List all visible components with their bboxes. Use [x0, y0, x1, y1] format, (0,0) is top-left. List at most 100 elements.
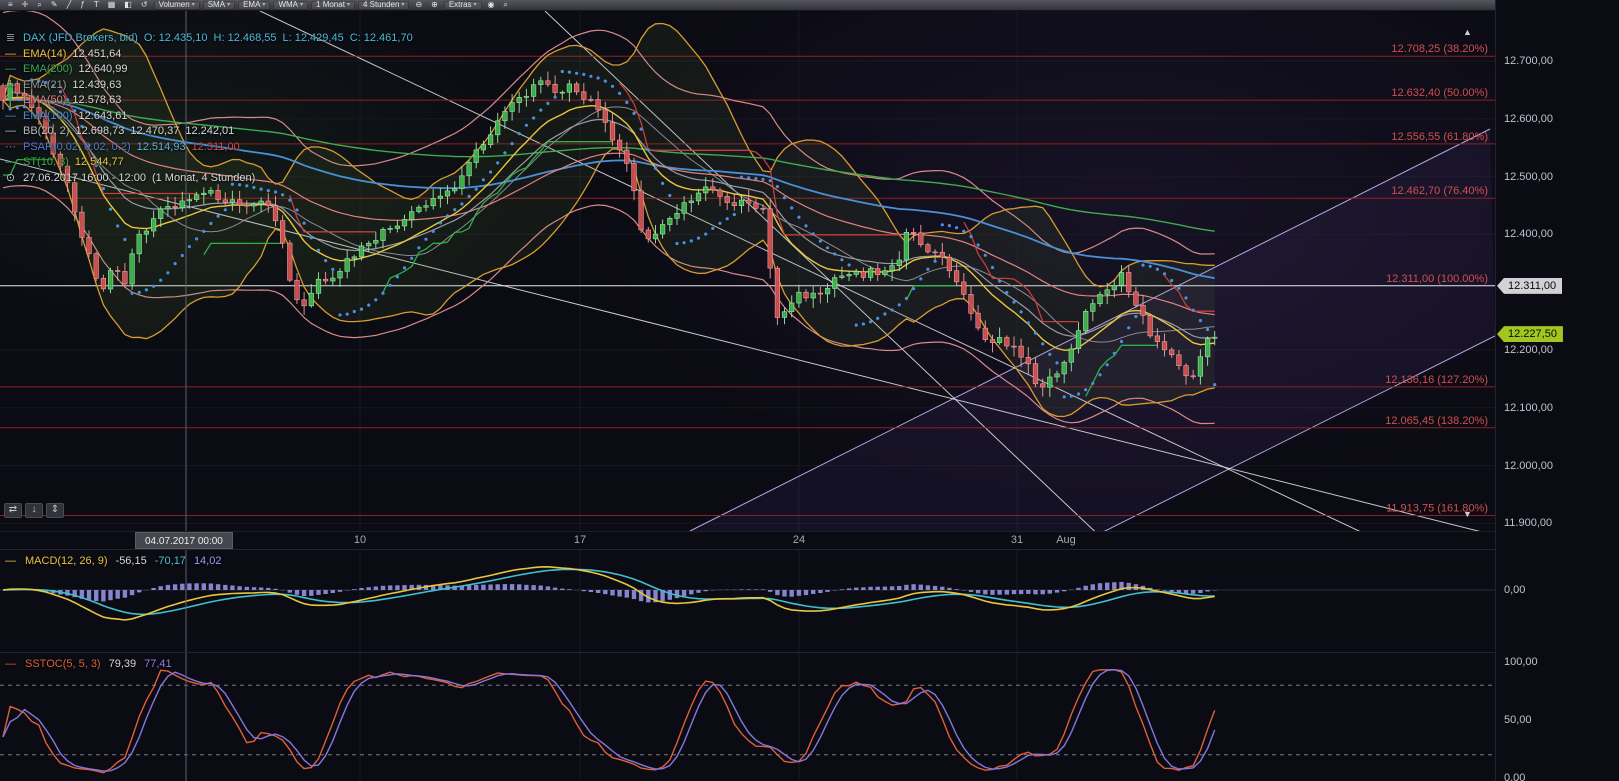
sstoc-marker-icon: —	[4, 658, 17, 670]
chevron-down-icon: ▾	[300, 1, 303, 9]
price-chart-panel[interactable]: 12.708,25 (38.20%)12.632,40 (50.00%)12.5…	[0, 11, 1495, 531]
user-icon[interactable]: ◉	[485, 1, 498, 10]
crosshair-price-badge: 12.311,00	[1497, 278, 1562, 294]
cursor-icon[interactable]: ✛	[19, 1, 32, 10]
trendline-icon[interactable]: ╱	[64, 1, 75, 10]
legend-text: EMA(100)	[23, 110, 73, 122]
scroll-horizontal-button[interactable]: ⇄	[4, 503, 22, 518]
legend-text: L: 12.429,45	[283, 32, 344, 44]
macd-value: -56,15	[116, 555, 147, 567]
legend-text: 12.439,63	[72, 79, 121, 91]
ema-14-marker-icon: —	[4, 47, 17, 63]
legend-text: EMA(21)	[23, 79, 66, 91]
legend-text: BB(20, 2)	[23, 125, 69, 137]
legend-text: 12.514,93	[137, 141, 186, 153]
macd-legend[interactable]: —MACD(12, 26, 9)-56,15-70,1714,02	[4, 555, 229, 567]
pane-marker-top-icon[interactable]: ▲	[1463, 28, 1472, 37]
legend-text: EMA(200)	[23, 63, 73, 75]
interval-dropdown[interactable]: 4 Stunden▾	[358, 1, 410, 10]
legend-text: 12.578,63	[72, 94, 121, 106]
legend-ema-100[interactable]: —EMA(100)12.643,61	[4, 109, 419, 125]
legend-text: H: 12.468,55	[214, 32, 277, 44]
legend-text: 12.451,64	[72, 48, 121, 60]
legend-text: DAX (JFD Brokers, bid)	[23, 32, 138, 44]
chevron-down-icon: ▾	[227, 1, 230, 9]
wma-dropdown[interactable]: WMA▾	[273, 1, 308, 10]
stoc-axis-tick: 50,00	[1504, 714, 1532, 726]
legend-ema-21[interactable]: —EMA(21)12.439,63	[4, 78, 419, 94]
zoom-out-icon[interactable]: ⊖	[412, 1, 425, 10]
chevron-down-icon: ▾	[401, 1, 404, 9]
chevron-down-icon: ▾	[262, 1, 265, 9]
psar-marker-icon: ⋯	[4, 140, 17, 156]
period-dropdown[interactable]: 1 Monat▾	[311, 1, 355, 10]
zoom-icon[interactable]: ⌕	[34, 1, 44, 10]
legend-text: EMA(50)	[23, 94, 66, 106]
top-toolbar: ≡✛⌕✎╱ƒT▦◧↺Volumen▾SMA▾EMA▾WMA▾1 Monat▾4 …	[0, 0, 1619, 11]
layout-icon[interactable]: ◧	[121, 1, 135, 10]
chevron-down-icon: ▾	[347, 1, 350, 9]
legend-text: (1 Monat, 4 Stunden)	[152, 172, 255, 184]
extras-dropdown[interactable]: Extras▾	[444, 1, 482, 10]
legend-text: O: 12.435,10	[144, 32, 208, 44]
legend-psar[interactable]: ⋯PSAR(0.02, 0.02, 0.2)12.514,9312.311,00	[4, 140, 419, 156]
legend-text: 12.311,00	[192, 141, 240, 153]
crosshair-tooltip: 04.07.2017 00:00	[135, 532, 233, 549]
time-label-17: 17	[574, 534, 586, 546]
price-tick: 11.900,00	[1504, 517, 1552, 529]
legend-bollinger[interactable]: —BB(20, 2)12.698,7312.470,3712.242,01	[4, 124, 419, 140]
fib-label: 12.311,00 (100.00%)	[1386, 273, 1488, 285]
macd-label: MACD(12, 26, 9)	[25, 555, 108, 567]
sstoc-value: 79,39	[109, 658, 137, 670]
sma-dropdown[interactable]: SMA▾	[203, 1, 235, 10]
legend-text: 12.640,99	[79, 63, 128, 75]
time-axis[interactable]: 04.07.2017 00:00 10172431Aug	[0, 531, 1495, 549]
price-axis[interactable]: 12.700,0012.600,0012.500,0012.400,0012.2…	[1495, 0, 1619, 781]
legend-supertrend[interactable]: —ST(10, 3)12.544,77	[4, 155, 419, 171]
price-tick: 12.700,00	[1504, 55, 1553, 67]
price-tick: 12.600,00	[1504, 113, 1553, 125]
legend-ema-14[interactable]: —EMA(14)12.451,64	[4, 47, 419, 63]
chevron-down-icon: ▾	[192, 1, 195, 9]
legend-text: 12.242,01	[185, 125, 234, 137]
stochastic-panel[interactable]: —SSTOC(5, 5, 3)79,3977,41	[0, 652, 1495, 781]
time-info-marker-icon: ⊙	[4, 171, 17, 187]
pane-marker-bottom-icon[interactable]: ▼	[1463, 510, 1472, 519]
legend-time-info[interactable]: ⊙ 27.06.2017 16:00 - 12:00 (1 Monat, 4 Stu…	[4, 171, 419, 187]
pencil-icon[interactable]: ✎	[48, 1, 61, 10]
auto-scale-button[interactable]: ⇕	[46, 503, 64, 518]
legend-ema-50[interactable]: —EMA(50)12.578,63	[4, 93, 419, 109]
text-tool-icon[interactable]: T	[91, 1, 102, 10]
fib-label: 12.708,25 (38.20%)	[1391, 43, 1488, 55]
menu-icon[interactable]: ≡	[5, 1, 16, 10]
pattern-icon[interactable]: ▦	[105, 1, 119, 10]
chart-nav-buttons: ⇄↓⇕	[4, 503, 64, 518]
zoom-in-icon[interactable]: ⊕	[428, 1, 441, 10]
macd-panel[interactable]: —MACD(12, 26, 9)-56,15-70,1714,02	[0, 549, 1495, 652]
time-label-10: 10	[354, 534, 366, 546]
fib-label: 12.556,55 (61.80%)	[1391, 131, 1488, 143]
search-icon[interactable]: ⌕	[501, 1, 511, 10]
trading-app: ≡✛⌕✎╱ƒT▦◧↺Volumen▾SMA▾EMA▾WMA▾1 Monat▾4 …	[0, 0, 1619, 781]
stochastic-legend[interactable]: —SSTOC(5, 5, 3)79,3977,41	[4, 658, 180, 670]
macd-value: -70,17	[155, 555, 186, 567]
price-tick: 12.100,00	[1504, 402, 1553, 414]
ema-dropdown[interactable]: EMA▾	[238, 1, 270, 10]
volume-dropdown[interactable]: Volumen▾	[154, 1, 200, 10]
legend-text: 12.698,73	[75, 125, 124, 137]
stochastic-svg[interactable]	[0, 653, 1495, 781]
legend-text: C: 12.461,70	[350, 32, 413, 44]
scroll-down-button[interactable]: ↓	[25, 503, 43, 518]
legend-text: 12.544,77	[75, 156, 124, 168]
legend-text: 12.643,61	[79, 110, 128, 122]
undo-icon[interactable]: ↺	[138, 1, 151, 10]
fibonacci-icon[interactable]: ƒ	[77, 1, 87, 10]
macd-marker-icon: —	[4, 555, 17, 567]
stoc-axis-tick: 100,00	[1504, 656, 1538, 668]
legend-text: ST(10, 3)	[23, 156, 69, 168]
legend-ema-200[interactable]: —EMA(200)12.640,99	[4, 62, 419, 78]
price-tick: 12.400,00	[1504, 228, 1553, 240]
legend-text: 27.06.2017 16:00 - 12:00	[23, 172, 146, 184]
legend-instrument[interactable]: ≣DAX (JFD Brokers, bid)O: 12.435,10H: 12…	[4, 31, 419, 47]
bollinger-marker-icon: —	[4, 124, 17, 140]
